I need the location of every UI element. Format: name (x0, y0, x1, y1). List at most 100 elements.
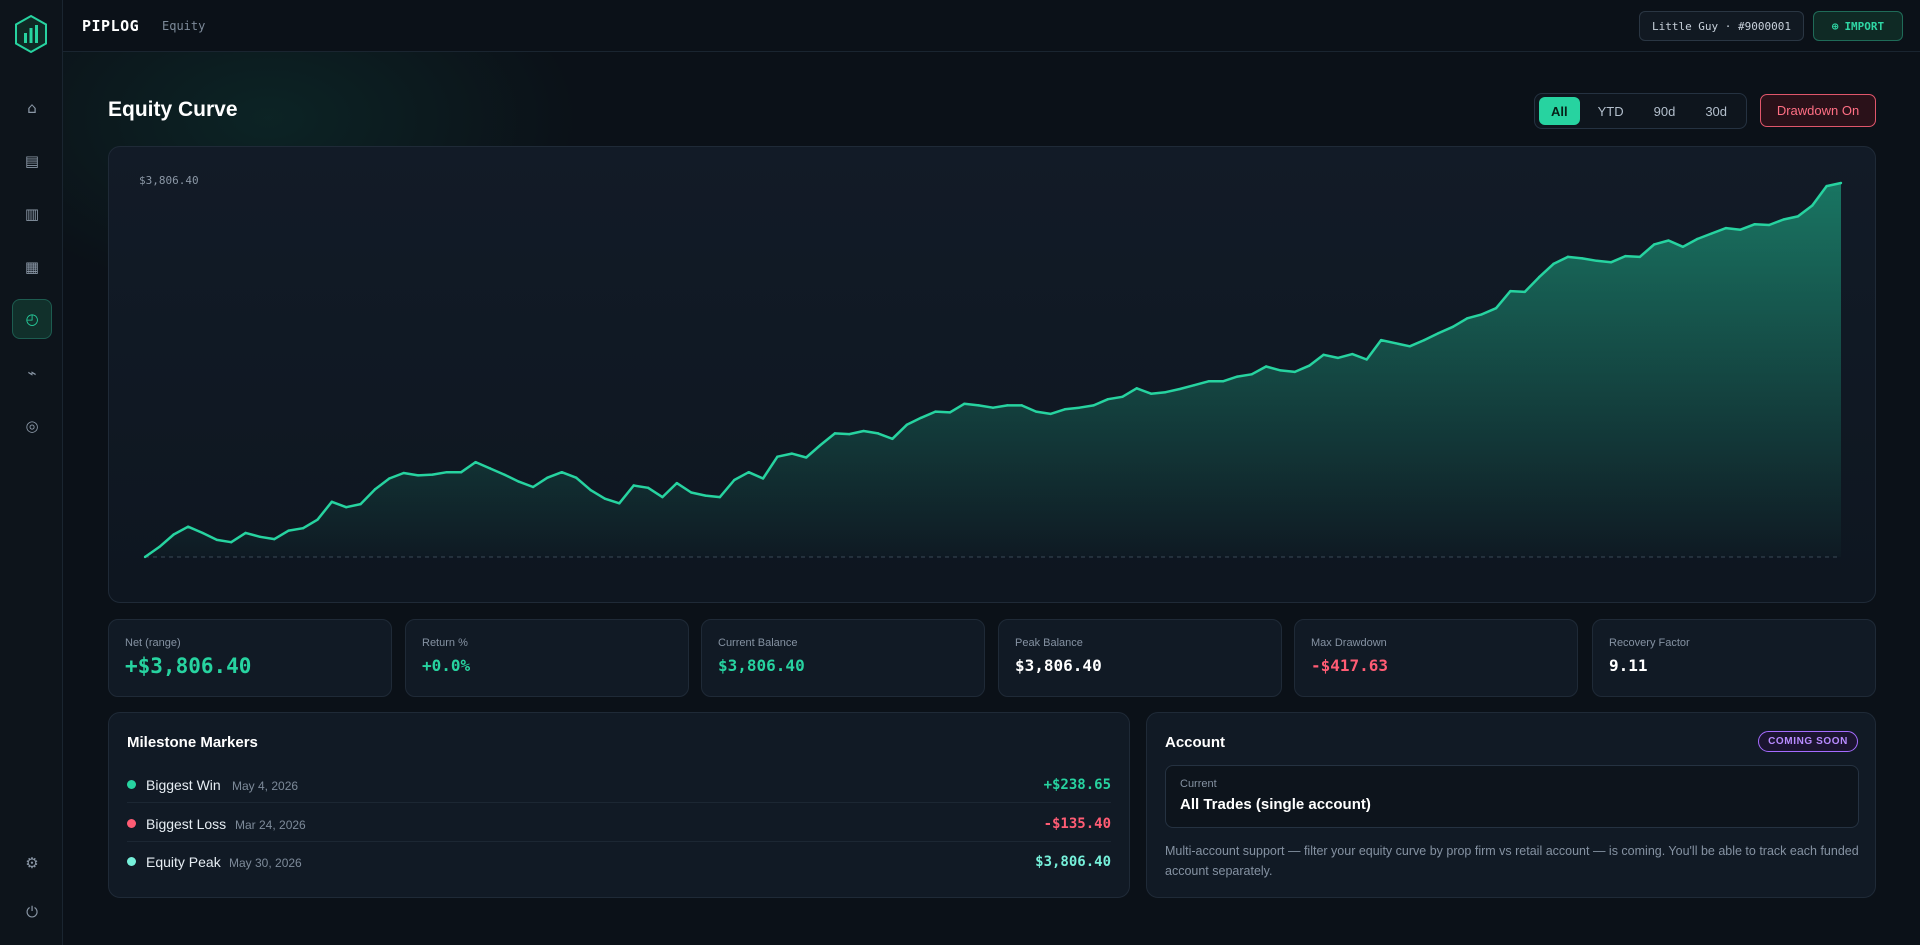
stat-value: +$3,806.40 (125, 654, 252, 678)
equity-point (230, 541, 233, 544)
card-title: Account (1165, 734, 1225, 751)
milestone-row[interactable]: Equity Peak May 30, 2026 $3,806.40 (127, 842, 1111, 880)
stat-label: Recovery Factor (1609, 637, 1690, 649)
equity-point (1753, 223, 1756, 226)
equity-point (1638, 255, 1641, 259)
milestone-value: $3,806.40 (1035, 854, 1111, 870)
home-icon[interactable]: ⌂ (12, 88, 52, 128)
equity-point (560, 471, 564, 474)
equity-point (1078, 406, 1081, 409)
equity-icon[interactable]: ◴ (12, 299, 52, 339)
milestone-row[interactable]: Biggest Win May 4, 2026 +$238.65 (127, 765, 1111, 803)
equity-point (1595, 259, 1598, 262)
trend-icon[interactable]: ⌁ (12, 353, 52, 393)
stat-current-balance: Current Balance $3,806.40 (701, 619, 985, 697)
equity-point (445, 471, 449, 474)
calendar-icon[interactable]: ▥ (12, 194, 52, 234)
milestone-date: Mar 24, 2026 (235, 818, 306, 832)
equity-point (618, 502, 621, 505)
equity-point (862, 429, 865, 433)
equity-point (388, 477, 391, 480)
equity-chart: $3,806.40 (108, 146, 1876, 603)
equity-point (244, 531, 247, 535)
equity-point (1336, 356, 1340, 360)
settings-icon[interactable]: ⚙ (12, 843, 52, 883)
equity-point (1796, 215, 1800, 218)
range-all-button[interactable]: All (1539, 97, 1580, 125)
account-description: Multi-account support — filter your equi… (1165, 844, 1859, 878)
equity-point (1825, 184, 1828, 188)
equity-point (1724, 226, 1728, 230)
equity-point (402, 471, 405, 475)
grid-icon[interactable]: ▦ (12, 247, 52, 287)
card-title: Milestone Markers (127, 734, 258, 751)
equity-point (733, 478, 736, 482)
stat-net-range: Net (range) +$3,806.40 (108, 619, 392, 697)
power-icon[interactable]: ⏻ (12, 892, 52, 932)
equity-point (790, 452, 793, 455)
equity-point (1020, 404, 1023, 407)
equity-point (675, 481, 678, 485)
equity-point (776, 455, 779, 458)
sidebar: ⌂ ▤ ▥ ▦ ◴ ⌁ ◎ ⚙ ⏻ (0, 0, 63, 945)
stat-return-percent: Return % +0.0% (405, 619, 689, 697)
equity-point (718, 495, 722, 499)
equity-point (1451, 325, 1455, 329)
equity-point (919, 416, 923, 420)
milestone-name: Equity Peak (146, 854, 221, 870)
equity-point (301, 527, 305, 530)
equity-point (373, 488, 377, 491)
stat-label: Current Balance (718, 637, 798, 649)
current-label: Current (1180, 778, 1217, 790)
stat-value: $3,806.40 (1015, 656, 1102, 675)
equity-point (689, 491, 693, 494)
brand-name[interactable]: PIPLOG (82, 17, 139, 35)
equity-point (1207, 380, 1210, 383)
range-selector: All YTD 90d 30d (1534, 93, 1747, 129)
target-icon[interactable]: ◎ (12, 406, 52, 446)
equity-point (158, 545, 161, 549)
equity-point (1739, 228, 1742, 231)
equity-point (1609, 261, 1613, 264)
range-ytd-button[interactable]: YTD (1586, 97, 1636, 125)
drawdown-toggle-button[interactable]: Drawdown On (1760, 94, 1876, 127)
import-icon: ⊕ (1831, 19, 1839, 33)
account-selector[interactable]: Little Guy · #9000001 (1639, 11, 1804, 41)
current-account-box[interactable]: Current All Trades (single account) (1165, 765, 1859, 828)
equity-point (1178, 387, 1182, 391)
equity-point (1279, 369, 1282, 372)
equity-point (1566, 255, 1570, 259)
status-dot-icon (127, 819, 136, 828)
equity-point (1264, 365, 1268, 368)
equity-point (646, 486, 650, 489)
equity-point (186, 525, 190, 528)
equity-point (1379, 338, 1383, 342)
stat-label: Peak Balance (1015, 637, 1083, 649)
milestone-date: May 30, 2026 (229, 856, 302, 870)
milestone-markers-card: Milestone Markers Biggest Win May 4, 202… (108, 712, 1130, 898)
milestone-row[interactable]: Biggest Loss Mar 24, 2026 -$135.40 (127, 804, 1111, 842)
import-button[interactable]: ⊕ IMPORT (1813, 11, 1903, 41)
equity-point (948, 411, 952, 414)
equity-point (1696, 237, 1699, 241)
journal-icon[interactable]: ▤ (12, 141, 52, 181)
equity-point (1135, 387, 1138, 390)
equity-point (359, 502, 362, 506)
equity-point (1652, 243, 1656, 246)
range-30d-button[interactable]: 30d (1693, 97, 1739, 125)
equity-point (819, 443, 822, 447)
equity-point (963, 402, 966, 406)
equity-point (1034, 410, 1038, 413)
equity-point (1149, 392, 1153, 395)
equity-point (747, 471, 750, 474)
equity-point (1351, 352, 1354, 356)
logo-icon[interactable] (13, 14, 49, 54)
equity-point (1293, 370, 1297, 374)
topbar: PIPLOG Equity Little Guy · #9000001 ⊕ IM… (63, 0, 1920, 52)
equity-point (503, 473, 506, 476)
equity-point (876, 432, 880, 435)
equity-point (345, 506, 348, 509)
equity-point (761, 477, 765, 480)
equity-point (1049, 412, 1052, 416)
range-90d-button[interactable]: 90d (1642, 97, 1688, 125)
